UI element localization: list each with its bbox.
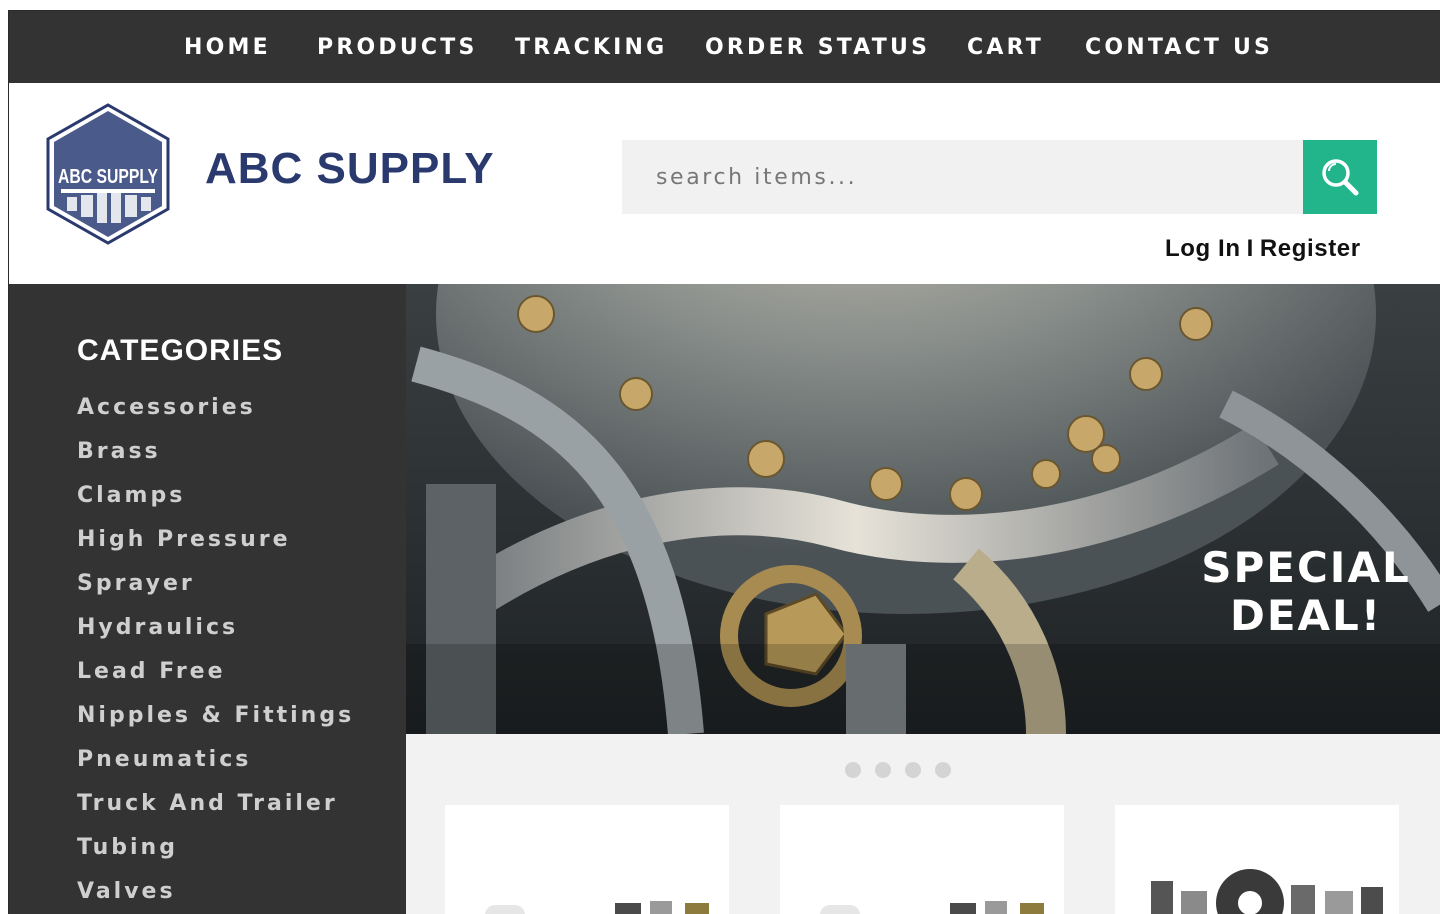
nav-products[interactable]: PRODUCTS bbox=[317, 35, 478, 61]
products-section bbox=[406, 734, 1440, 914]
category-item-truck-and-trailer[interactable]: Truck And Trailer bbox=[77, 790, 354, 834]
nav-cart[interactable]: CART bbox=[967, 35, 1044, 61]
page-frame: HOME PRODUCTS TRACKING ORDER STATUS CART… bbox=[8, 10, 1440, 914]
carousel-dot[interactable] bbox=[845, 762, 861, 778]
product-image bbox=[820, 901, 1044, 914]
hero-headline: SPECIAL DEAL! bbox=[1196, 544, 1416, 640]
search-bar bbox=[622, 140, 1377, 214]
hero-engine-image bbox=[406, 284, 1440, 734]
category-item-lead-free[interactable]: Lead Free bbox=[77, 658, 354, 702]
category-item-valves[interactable]: Valves bbox=[77, 878, 354, 914]
login-link[interactable]: Log In bbox=[1165, 235, 1241, 262]
category-item-hydraulics[interactable]: Hydraulics bbox=[77, 614, 354, 658]
carousel-dot[interactable] bbox=[935, 762, 951, 778]
brand-name[interactable]: ABC SUPPLY bbox=[205, 147, 495, 191]
nav-order-status[interactable]: ORDER STATUS bbox=[705, 35, 930, 61]
category-item-pneumatics[interactable]: Pneumatics bbox=[77, 746, 354, 790]
register-link[interactable]: Register bbox=[1260, 235, 1361, 262]
product-image bbox=[485, 901, 709, 914]
hero-headline-line2: DEAL! bbox=[1230, 591, 1382, 640]
product-image bbox=[1151, 869, 1383, 914]
logo-badge[interactable]: ABC SUPPLY bbox=[45, 103, 171, 245]
category-list: Accessories Brass Clamps High Pressure S… bbox=[77, 394, 354, 914]
search-button[interactable] bbox=[1303, 140, 1377, 214]
product-card[interactable] bbox=[1115, 805, 1399, 914]
nav-contact-us[interactable]: CONTACT US bbox=[1085, 35, 1273, 61]
category-item-tubing[interactable]: Tubing bbox=[77, 834, 354, 878]
search-icon bbox=[1322, 159, 1359, 196]
carousel-dot[interactable] bbox=[905, 762, 921, 778]
categories-heading: CATEGORIES bbox=[77, 334, 284, 367]
logo-text: ABC SUPPLY bbox=[58, 166, 159, 188]
category-item-high-pressure[interactable]: High Pressure bbox=[77, 526, 354, 570]
category-item-accessories[interactable]: Accessories bbox=[77, 394, 354, 438]
search-input[interactable] bbox=[622, 140, 1303, 214]
hero-headline-line1: SPECIAL bbox=[1201, 543, 1411, 592]
nav-tracking[interactable]: TRACKING bbox=[515, 35, 667, 61]
product-card[interactable] bbox=[780, 805, 1064, 914]
auth-separator: I bbox=[1246, 235, 1254, 262]
category-item-sprayer[interactable]: Sprayer bbox=[77, 570, 354, 614]
carousel-dots bbox=[845, 762, 965, 778]
nav-home[interactable]: HOME bbox=[184, 35, 271, 61]
category-item-brass[interactable]: Brass bbox=[77, 438, 354, 482]
hero-banner[interactable]: SPECIAL DEAL! bbox=[406, 284, 1440, 734]
category-item-clamps[interactable]: Clamps bbox=[77, 482, 354, 526]
carousel-dot[interactable] bbox=[875, 762, 891, 778]
auth-links: Log In I Register bbox=[1165, 235, 1361, 263]
category-sidebar: CATEGORIES Accessories Brass Clamps High… bbox=[9, 284, 406, 914]
top-nav: HOME PRODUCTS TRACKING ORDER STATUS CART… bbox=[9, 11, 1440, 83]
category-item-nipples-fittings[interactable]: Nipples & Fittings bbox=[77, 702, 354, 746]
product-card[interactable] bbox=[445, 805, 729, 914]
